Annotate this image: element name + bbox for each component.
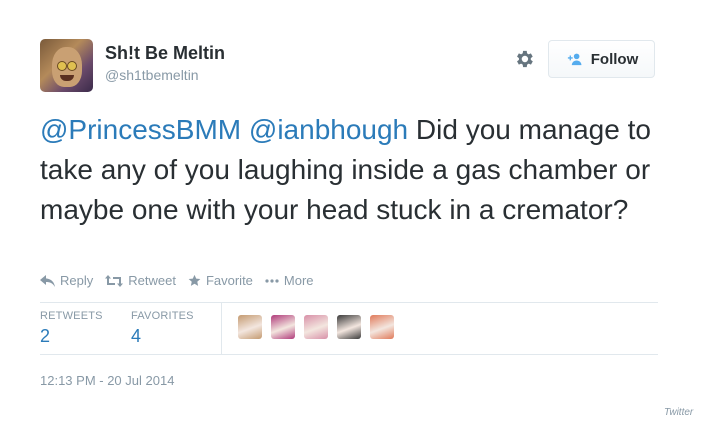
more-label: More bbox=[283, 273, 314, 288]
favorites-count[interactable]: 4 bbox=[131, 326, 141, 347]
retweet-button[interactable]: Retweet bbox=[105, 273, 176, 288]
tweet-actions: Reply Retweet Favorite More bbox=[40, 273, 326, 288]
avatar-eye-right bbox=[67, 61, 77, 71]
follow-button[interactable]: Follow bbox=[548, 40, 655, 78]
favoriter-avatar[interactable] bbox=[370, 315, 394, 339]
mention-link[interactable]: @ianbhough bbox=[249, 114, 408, 145]
stats-divider bbox=[221, 303, 222, 354]
twitter-brand[interactable]: Twitter bbox=[664, 407, 693, 418]
follow-label: Follow bbox=[590, 50, 639, 68]
more-button[interactable]: More bbox=[265, 273, 314, 288]
retweet-icon bbox=[105, 274, 124, 287]
tweet-text: @PrincessBMM @ianbhough Did you manage t… bbox=[40, 110, 680, 230]
author-name[interactable]: Sh!t Be Meltin bbox=[105, 43, 225, 64]
avatar-eye-left bbox=[57, 61, 67, 71]
favoriter-avatar[interactable] bbox=[337, 315, 361, 339]
star-icon bbox=[188, 274, 201, 286]
favoriter-avatar[interactable] bbox=[304, 315, 328, 339]
favoriter-avatar[interactable] bbox=[238, 315, 262, 339]
tweet-timestamp[interactable]: 12:13 PM - 20 Jul 2014 bbox=[40, 373, 174, 388]
favorite-label: Favorite bbox=[205, 273, 253, 288]
add-user-icon bbox=[567, 53, 582, 66]
mention-link[interactable]: @PrincessBMM bbox=[40, 114, 241, 145]
more-icon bbox=[265, 278, 279, 283]
retweets-count[interactable]: 2 bbox=[40, 326, 50, 347]
retweets-label: RETWEETS bbox=[40, 310, 103, 322]
author-handle[interactable]: @sh1tbemeltin bbox=[105, 67, 199, 83]
reply-label: Reply bbox=[60, 273, 94, 288]
avatar-mouth bbox=[60, 75, 74, 81]
avatar-face bbox=[52, 47, 82, 87]
author-avatar[interactable] bbox=[40, 39, 93, 92]
divider-top bbox=[40, 302, 658, 303]
divider-bottom bbox=[40, 354, 658, 355]
favoriter-avatar[interactable] bbox=[271, 315, 295, 339]
favoriter-avatars bbox=[238, 315, 394, 339]
gear-icon[interactable] bbox=[513, 48, 535, 70]
reply-button[interactable]: Reply bbox=[40, 273, 93, 288]
favorite-button[interactable]: Favorite bbox=[188, 273, 253, 288]
reply-icon bbox=[40, 274, 55, 287]
retweet-label: Retweet bbox=[128, 273, 176, 288]
favorites-label: FAVORITES bbox=[131, 310, 194, 322]
